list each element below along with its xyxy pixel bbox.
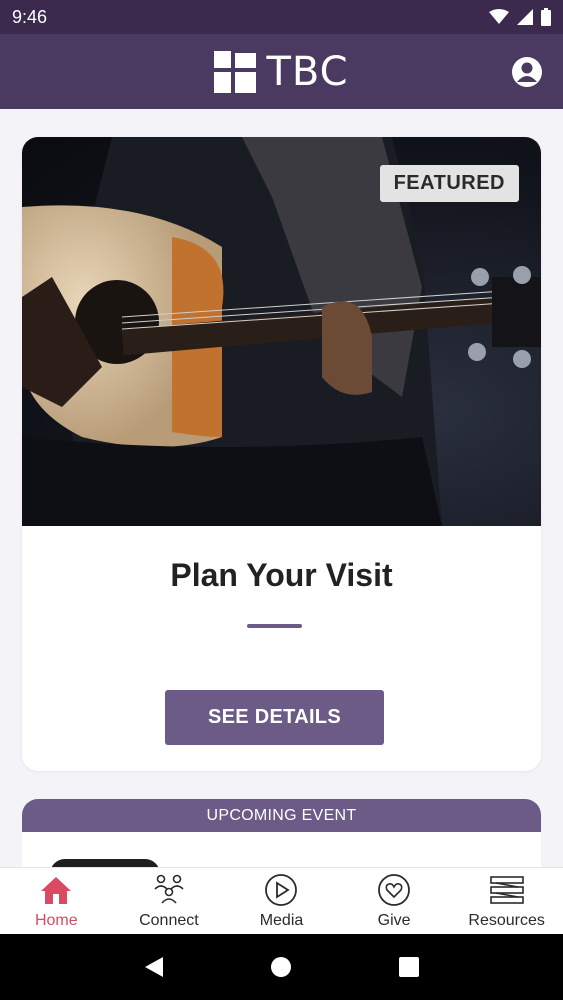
logo-text: TBC [266,48,349,95]
status-icons [489,8,551,26]
heart-icon [377,873,411,907]
nav-media[interactable]: Media [225,868,338,934]
event-header: UPCOMING EVENT [22,799,541,832]
system-nav-bar [0,934,563,1000]
logo-cross-icon [214,50,257,93]
nav-label-resources: Resources [468,912,545,929]
featured-badge: FEATURED [379,165,519,202]
nav-label-give: Give [377,912,411,929]
wifi-icon [489,9,509,24]
battery-icon [541,8,551,26]
see-details-button[interactable]: SEE DETAILS [165,690,384,745]
play-icon [264,873,298,907]
signal-icon [517,9,533,25]
featured-image: FEATURED [22,137,541,526]
event-pill [50,859,160,867]
nav-label-home: Home [34,912,78,929]
back-icon[interactable] [143,956,165,978]
people-icon [152,873,186,907]
nav-label-connect: Connect [139,912,199,929]
nav-home[interactable]: Home [0,868,113,934]
status-time: 9:46 [12,6,48,27]
nav-connect[interactable]: Connect [113,868,226,934]
home-icon [39,873,73,907]
nav-label-media: Media [259,912,304,929]
featured-card[interactable]: FEATURED Plan Your Visit SEE DETAILS [22,137,541,771]
status-bar: 9:46 [0,0,563,34]
card-title: Plan Your Visit [170,557,393,593]
home-button-icon[interactable] [270,956,292,978]
main-content[interactable]: FEATURED Plan Your Visit SEE DETAILS UPC… [0,109,563,867]
app-header: TBC [0,34,563,109]
recents-icon[interactable] [398,956,420,978]
profile-icon[interactable] [511,56,543,88]
tbc-logo: TBC [214,49,348,95]
upcoming-event-card[interactable]: UPCOMING EVENT [22,799,541,867]
bottom-nav: Home Connect Media Give Resources [0,867,563,934]
title-divider [247,624,302,628]
nav-resources[interactable]: Resources [450,868,563,934]
resources-icon [489,873,524,907]
nav-give[interactable]: Give [338,868,451,934]
